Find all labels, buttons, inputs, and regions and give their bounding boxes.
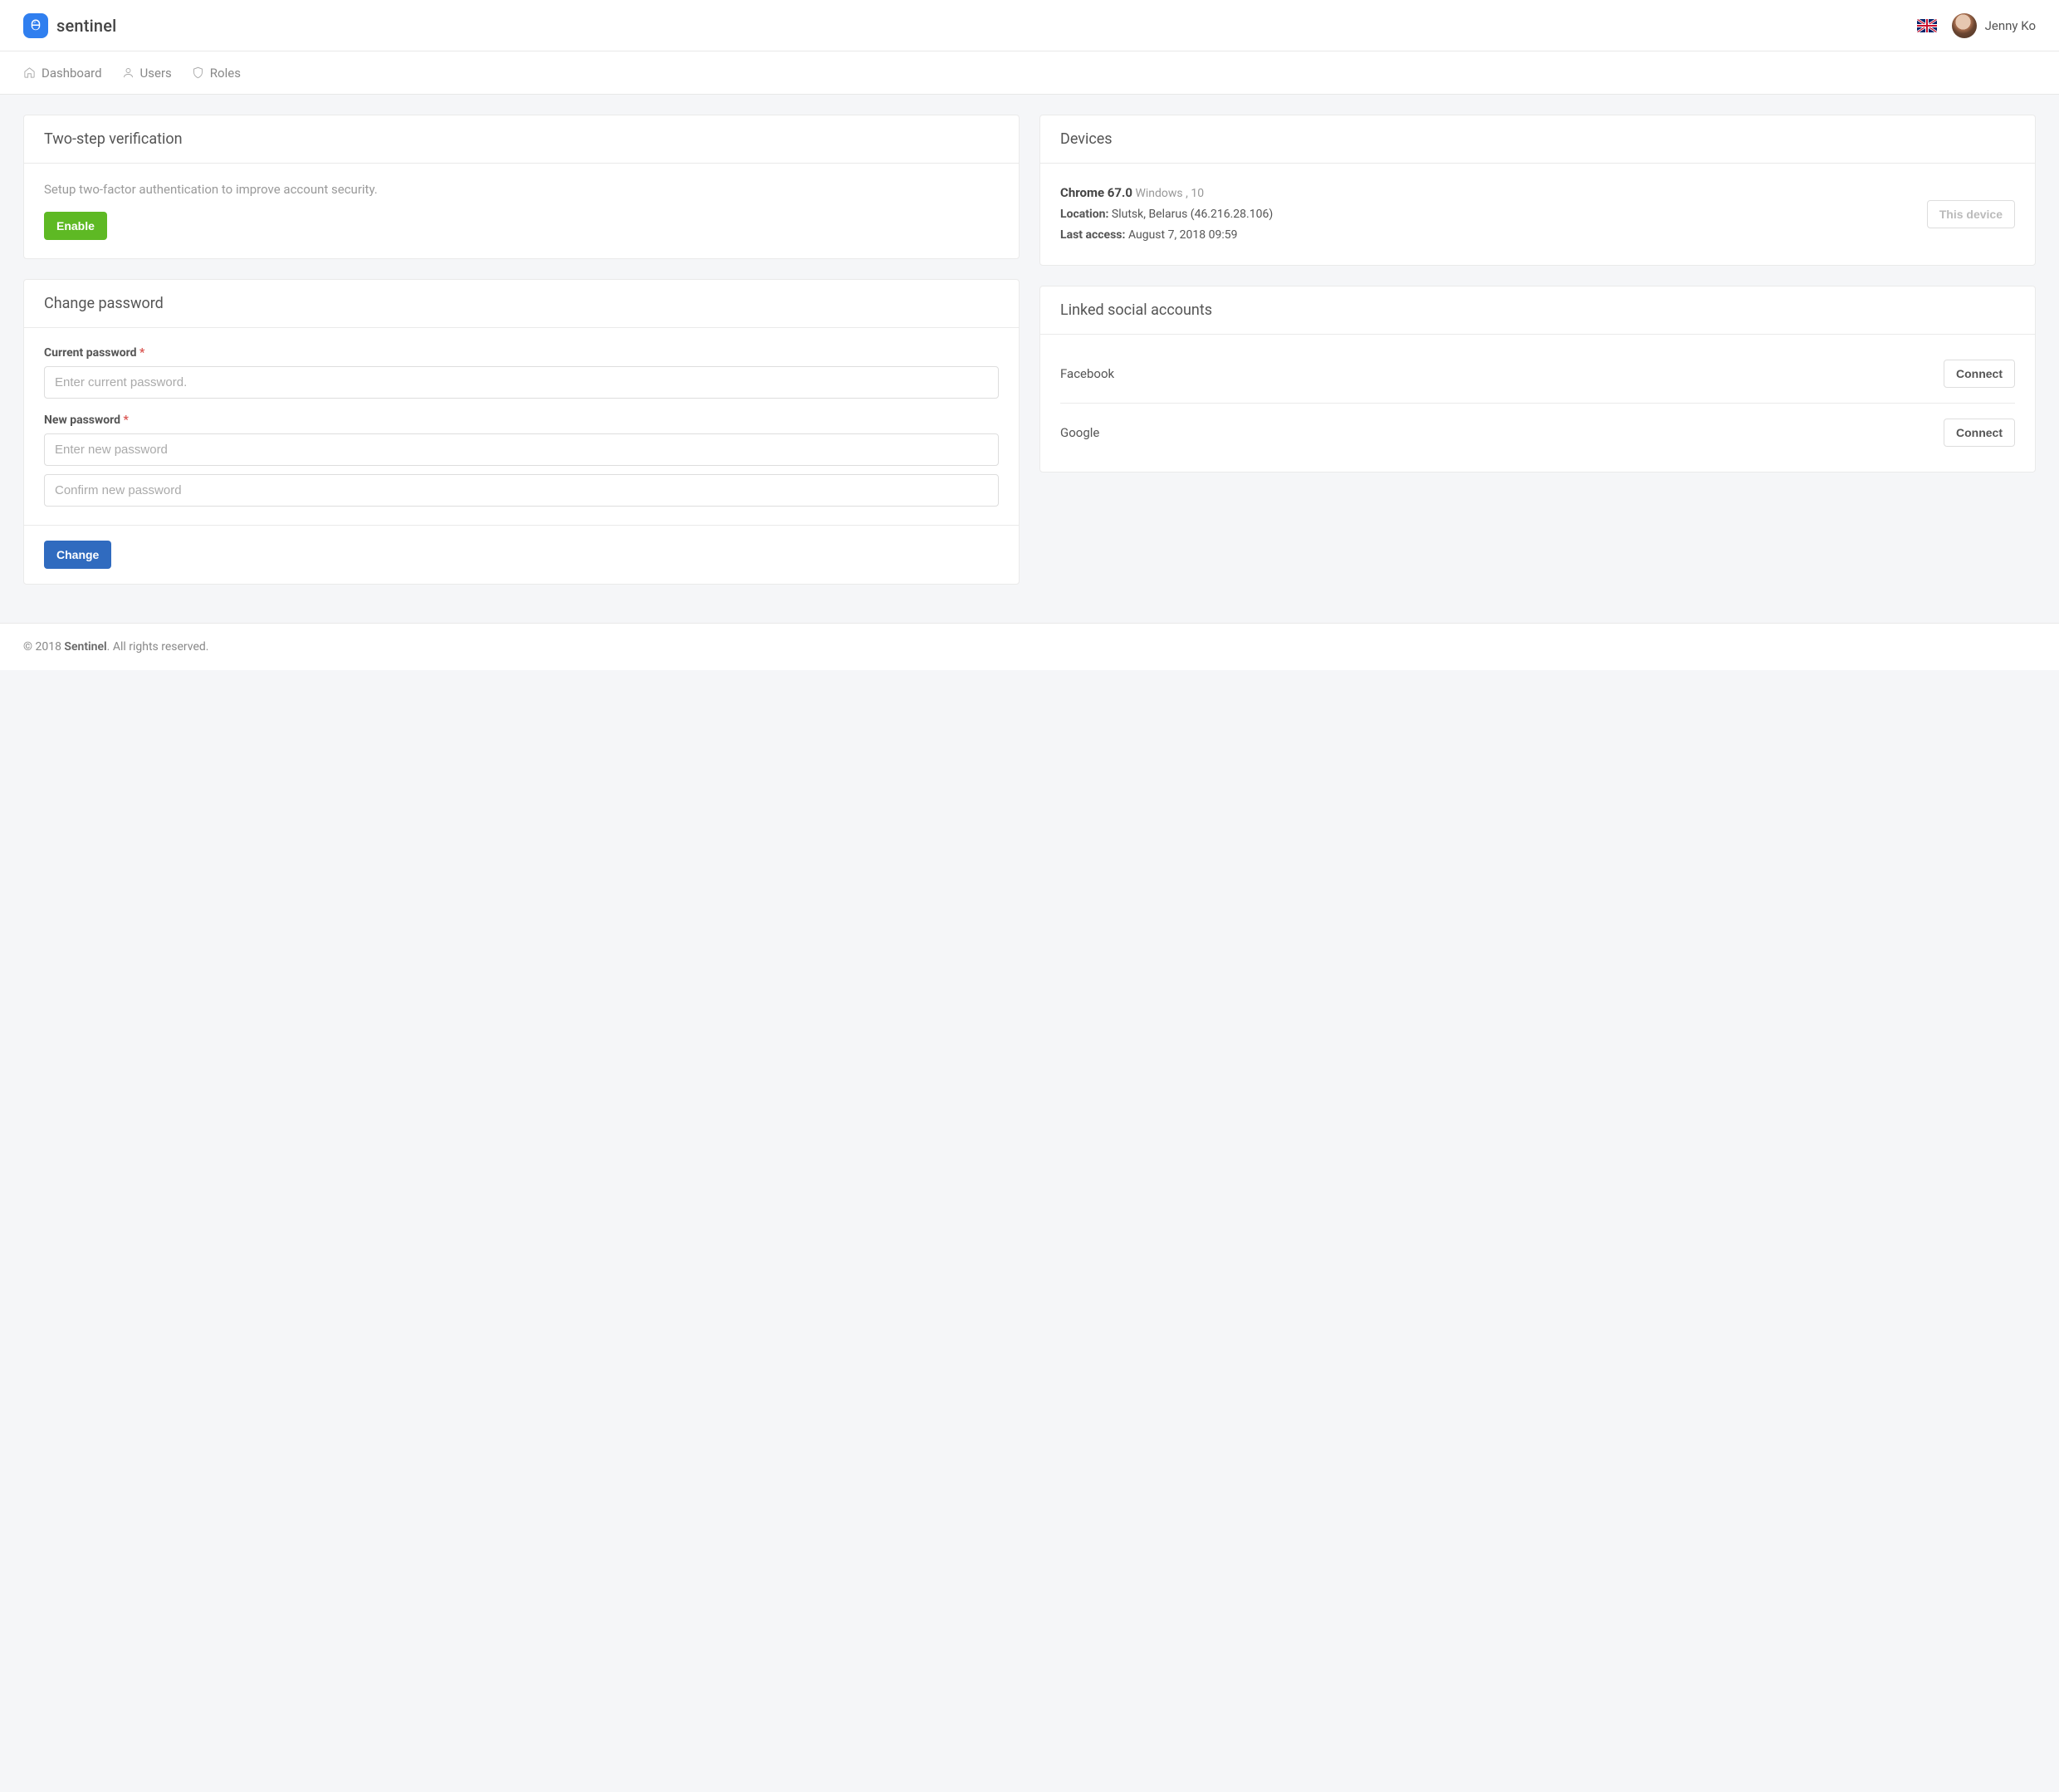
device-location-label: Location: [1060, 208, 1108, 221]
two-step-desc: Setup two-factor authentication to impro… [44, 182, 999, 197]
nav-users[interactable]: Users [122, 66, 172, 81]
connect-google-button[interactable]: Connect [1944, 419, 2015, 447]
footer-suffix: . All rights reserved. [107, 640, 209, 654]
device-row: Chrome 67.0 Windows , 10 Location: Sluts… [1060, 182, 2015, 247]
device-os: Windows , 10 [1135, 187, 1204, 200]
uk-flag-icon[interactable] [1917, 19, 1937, 32]
nav-roles[interactable]: Roles [192, 66, 241, 81]
user-name: Jenny Ko [1985, 18, 2036, 33]
user-icon [122, 66, 134, 79]
social-row-google: Google Connect [1060, 403, 2015, 453]
avatar [1952, 13, 1977, 38]
footer-prefix: © 2018 [23, 640, 64, 654]
nav-roles-label: Roles [210, 66, 241, 81]
devices-card: Devices Chrome 67.0 Windows , 10 Locatio… [1039, 115, 2036, 266]
left-column: Two-step verification Setup two-factor a… [23, 115, 1020, 585]
content: Two-step verification Setup two-factor a… [0, 95, 2059, 605]
current-password-input[interactable] [44, 366, 999, 399]
device-location-value: Slutsk, Belarus (46.216.28.106) [1112, 208, 1273, 221]
change-password-card: Change password Current password * New p… [23, 279, 1020, 585]
connect-facebook-button[interactable]: Connect [1944, 360, 2015, 388]
device-last-access-label: Last access: [1060, 228, 1125, 242]
right-column: Devices Chrome 67.0 Windows , 10 Locatio… [1039, 115, 2036, 472]
enable-button[interactable]: Enable [44, 212, 107, 240]
change-button[interactable]: Change [44, 541, 111, 569]
device-browser: Chrome 67.0 [1060, 185, 1132, 200]
this-device-button: This device [1927, 200, 2015, 228]
social-row-facebook: Facebook Connect [1060, 353, 2015, 394]
user-menu[interactable]: Jenny Ko [1952, 13, 2036, 38]
helmet-icon [23, 13, 48, 38]
social-card: Linked social accounts Facebook Connect … [1039, 286, 2036, 472]
social-name: Google [1060, 425, 1099, 440]
nav-dashboard-label: Dashboard [42, 66, 102, 81]
nav-users-label: Users [140, 66, 172, 81]
devices-title: Devices [1040, 115, 2035, 164]
shield-icon [192, 66, 204, 79]
change-password-title: Change password [24, 280, 1019, 328]
social-name: Facebook [1060, 366, 1114, 381]
nav-dashboard[interactable]: Dashboard [23, 66, 102, 81]
device-last-access-value: August 7, 2018 09:59 [1128, 228, 1238, 242]
home-icon [23, 66, 36, 79]
device-info: Chrome 67.0 Windows , 10 Location: Sluts… [1060, 182, 1273, 247]
logo[interactable]: sentinel [23, 13, 116, 38]
new-password-label: New password * [44, 414, 999, 427]
footer-brand: Sentinel [64, 640, 106, 654]
social-title: Linked social accounts [1040, 286, 2035, 335]
two-step-title: Two-step verification [24, 115, 1019, 164]
new-password-input[interactable] [44, 433, 999, 466]
footer: © 2018 Sentinel. All rights reserved. [0, 623, 2059, 670]
current-password-label: Current password * [44, 346, 999, 360]
topbar: sentinel Jenny Ko [0, 0, 2059, 51]
confirm-password-input[interactable] [44, 474, 999, 507]
two-step-card: Two-step verification Setup two-factor a… [23, 115, 1020, 259]
main-nav: Dashboard Users Roles [0, 51, 2059, 95]
brand-name: sentinel [56, 16, 116, 36]
topbar-right: Jenny Ko [1917, 13, 2036, 38]
